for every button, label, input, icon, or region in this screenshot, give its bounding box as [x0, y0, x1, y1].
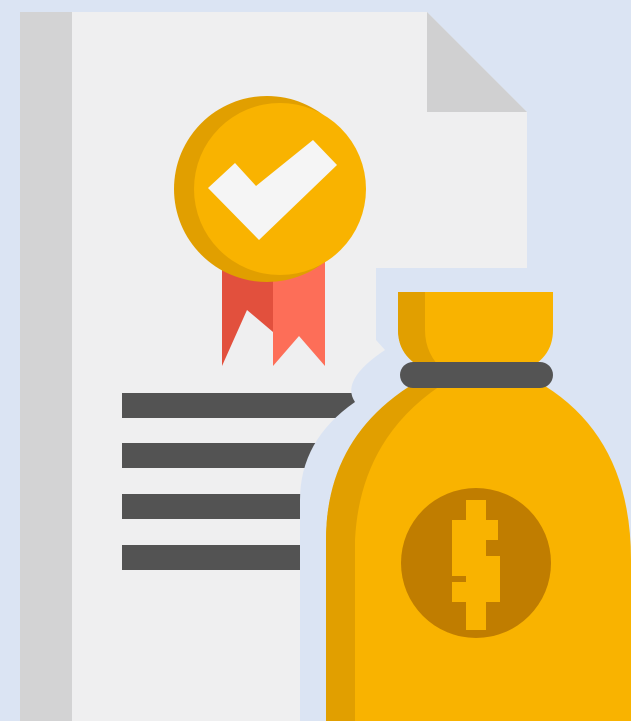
dollar-coin-icon — [401, 488, 551, 638]
illustration-canvas — [0, 0, 631, 721]
document-folded-corner — [427, 12, 527, 112]
money-bag-tie — [400, 362, 553, 388]
document-spine — [20, 12, 74, 721]
document-text-line — [122, 494, 307, 519]
document-text-line — [122, 443, 332, 468]
document-text-line — [122, 545, 302, 570]
document-and-money-illustration — [20, 12, 631, 721]
